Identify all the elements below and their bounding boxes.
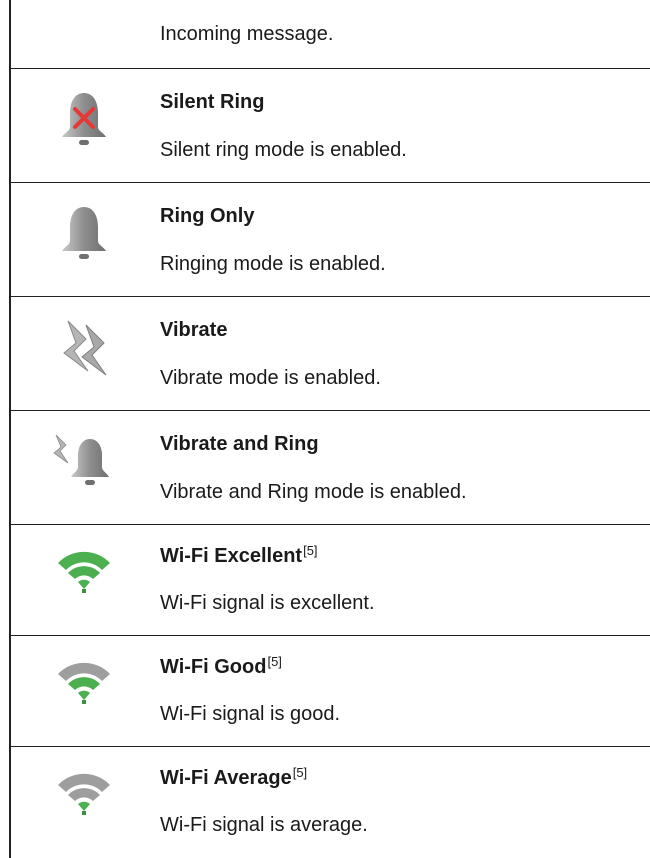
footnote-ref: [5] — [267, 654, 282, 669]
row-title: Vibrate and Ring — [160, 433, 319, 455]
table-row-wifi-average: Wi-Fi Average[5] Wi-Fi signal is average… — [10, 747, 650, 858]
table-row-wifi-excellent: Wi-Fi Excellent[5] Wi-Fi signal is excel… — [10, 525, 650, 636]
wifi-average-icon — [52, 761, 116, 825]
footnote-ref: [5] — [292, 765, 308, 780]
table-row-vibrate: Vibrate Vibrate mode is enabled. — [10, 297, 650, 411]
row-title: Vibrate — [160, 319, 228, 341]
icon-table: Incoming message. Silent Ring Silent rin… — [0, 0, 650, 858]
row-description: Ringing mode is enabled. — [160, 253, 386, 275]
wifi-good-icon — [52, 650, 116, 714]
row-title: Wi-Fi Average[5] — [160, 765, 308, 789]
table-row-ring-only: Ring Only Ringing mode is enabled. — [10, 183, 650, 297]
row-title: Wi-Fi Good[5] — [160, 654, 282, 678]
row-description: Incoming message. — [160, 23, 334, 45]
row-title: Wi-Fi Excellent[5] — [160, 543, 318, 567]
row-title: Silent Ring — [160, 91, 265, 113]
table-row-incoming-message: Incoming message. — [10, 0, 650, 69]
vibrate-icon — [52, 317, 116, 381]
row-description: Silent ring mode is enabled. — [160, 139, 407, 161]
table-row-wifi-good: Wi-Fi Good[5] Wi-Fi signal is good. — [10, 636, 650, 747]
row-description: Wi-Fi signal is good. — [160, 703, 341, 725]
vibrate-and-ring-icon — [52, 429, 116, 493]
row-description: Wi-Fi signal is average. — [160, 814, 368, 836]
row-description: Wi-Fi signal is excellent. — [160, 592, 375, 614]
ring-only-icon — [52, 201, 116, 265]
row-description: Vibrate mode is enabled. — [160, 367, 381, 389]
table-row-silent-ring: Silent Ring Silent ring mode is enabled. — [10, 69, 650, 183]
footnote-ref: [5] — [303, 543, 318, 558]
row-description: Vibrate and Ring mode is enabled. — [160, 481, 467, 503]
table-row-vibrate-and-ring: Vibrate and Ring Vibrate and Ring mode i… — [10, 411, 650, 525]
silent-ring-icon — [52, 87, 116, 151]
row-title: Ring Only — [160, 205, 255, 227]
wifi-excellent-icon — [52, 539, 116, 603]
